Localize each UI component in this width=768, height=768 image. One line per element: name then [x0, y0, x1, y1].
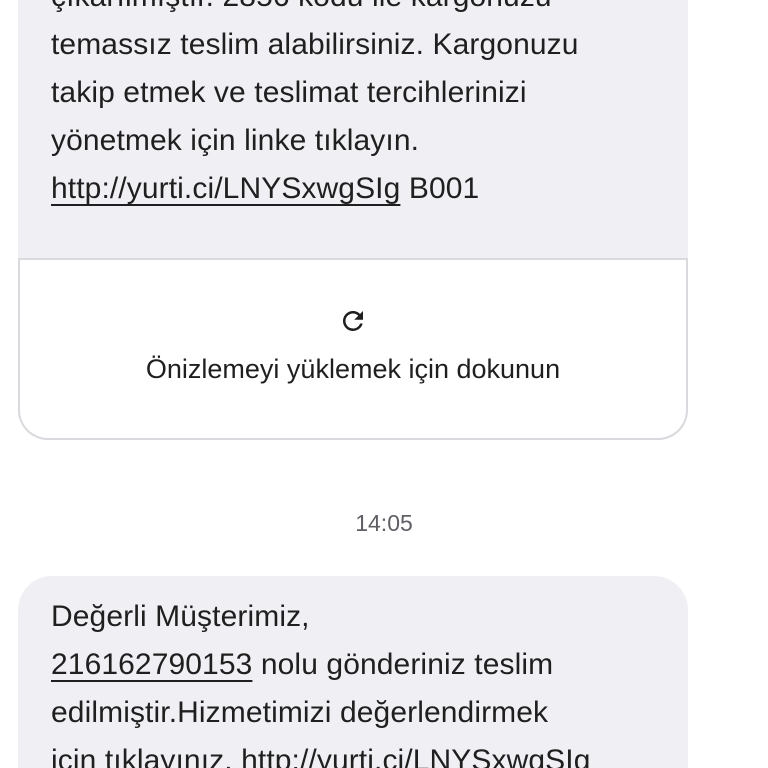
tracking-number-link[interactable]: 216162790153 — [51, 648, 252, 681]
message-timestamp: 14:05 — [355, 510, 413, 536]
message-line: temassız teslim alabilirsiniz. Kargonuzu — [51, 28, 579, 61]
rating-link[interactable]: http://yurti.ci/LNYSxwgSIg — [241, 744, 590, 768]
link-preview-card[interactable]: Önizlemeyi yüklemek için dokunun — [18, 258, 688, 440]
message-bubble-incoming[interactable]: Değerli Müşterimiz, 216162790153 nolu gö… — [18, 576, 688, 768]
message-line: http://yurti.ci/LNYSxwgSIg B001 — [51, 165, 668, 213]
message-body: Değerli Müşterimiz, 216162790153 nolu gö… — [51, 593, 668, 768]
message-bubble-incoming[interactable]: çıkarılmıştır. 2856 kodu ile kargonuzu t… — [18, 0, 688, 260]
tracking-link[interactable]: http://yurti.ci/LNYSxwgSIg — [51, 172, 400, 205]
message-line: takip etmek ve teslimat tercihlerinizi — [51, 76, 527, 109]
message-line: Değerli Müşterimiz, — [51, 600, 310, 633]
message-line: için tıklayınız. http://yurti.ci/LNYSxwg… — [51, 737, 668, 768]
refresh-icon — [342, 311, 363, 331]
message-body: çıkarılmıştır. 2856 kodu ile kargonuzu t… — [51, 0, 668, 213]
message-line: edilmiştir.Hizmetimizi değerlendirmek — [51, 696, 549, 729]
message-code: B001 — [400, 172, 480, 205]
message-text: için tıklayınız. — [51, 744, 242, 768]
message-text: nolu gönderiniz teslim — [252, 648, 554, 681]
message-line: yönetmek için linke tıklayın. — [51, 124, 420, 157]
conversation-screen: çıkarılmıştır. 2856 kodu ile kargonuzu t… — [0, 0, 768, 768]
message-line: çıkarılmıştır. 2856 kodu ile kargonuzu — [51, 0, 668, 21]
preview-load-label: Önizlemeyi yüklemek için dokunun — [145, 354, 561, 384]
message-line: 216162790153 nolu gönderiniz teslim — [51, 641, 668, 689]
